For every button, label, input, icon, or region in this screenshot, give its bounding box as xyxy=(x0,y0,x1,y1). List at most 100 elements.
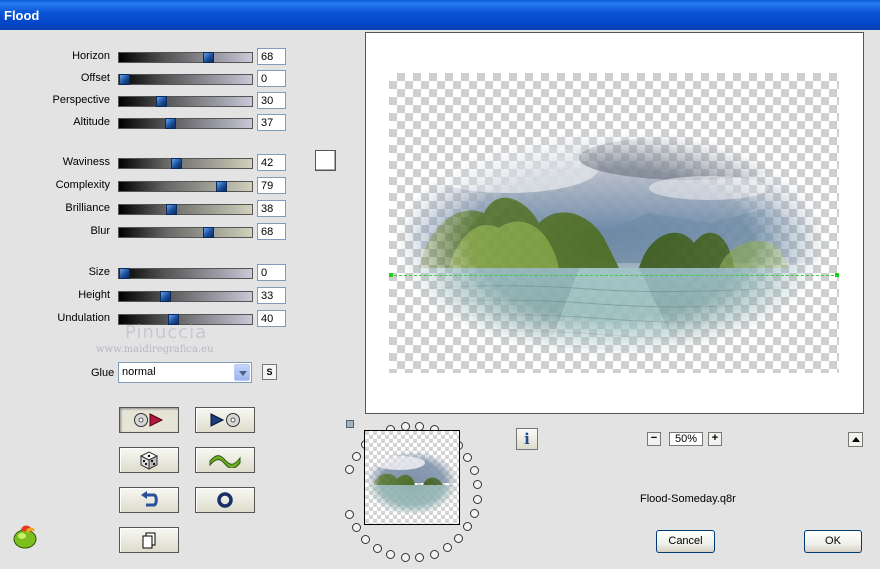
glue-s-button[interactable]: S xyxy=(262,364,277,380)
watermark-name: Pinuccia xyxy=(125,322,208,343)
param-label-horizon: Horizon xyxy=(72,50,110,62)
randomize-button[interactable] xyxy=(119,447,179,473)
slider-offset[interactable] xyxy=(118,74,253,85)
value-field-horizon[interactable]: 68 xyxy=(257,48,286,65)
preset-ring-dot[interactable] xyxy=(352,451,362,461)
disc-arrow-left-icon xyxy=(134,413,164,427)
value-field-offset[interactable]: 0 xyxy=(257,70,286,87)
glue-select-value: normal xyxy=(122,366,156,378)
chevron-down-icon[interactable] xyxy=(234,364,250,381)
undo-arrow-icon xyxy=(141,491,158,507)
param-label-offset: Offset xyxy=(80,72,110,84)
copy-button[interactable] xyxy=(119,527,179,553)
value-field-complexity[interactable]: 79 xyxy=(257,177,286,194)
slider-thumb-horizon[interactable] xyxy=(202,52,214,63)
color-swatch[interactable] xyxy=(315,150,336,171)
slider-waviness[interactable] xyxy=(118,158,253,169)
slider-altitude[interactable] xyxy=(118,118,253,129)
param-label-perspective: Perspective xyxy=(52,94,110,106)
value-field-altitude[interactable]: 37 xyxy=(257,114,286,131)
cancel-button[interactable]: Cancel xyxy=(656,530,715,553)
preset-ring-dot[interactable] xyxy=(473,480,483,490)
slider-blur[interactable] xyxy=(118,227,253,238)
preset-ring-dot[interactable] xyxy=(442,543,452,553)
slider-thumb-perspective[interactable] xyxy=(155,96,167,107)
slider-thumb-waviness[interactable] xyxy=(170,158,182,169)
preset-ring-dot[interactable] xyxy=(415,553,425,563)
value-field-waviness[interactable]: 42 xyxy=(257,154,286,171)
window-title: Flood xyxy=(4,8,40,23)
zoom-out-button[interactable]: − xyxy=(647,432,661,446)
wave-button[interactable] xyxy=(195,447,255,473)
glue-select[interactable]: normal xyxy=(118,362,252,383)
window-title-bar: Flood xyxy=(0,0,880,30)
param-label-size: Size xyxy=(88,266,110,278)
preset-ring-dot[interactable] xyxy=(469,465,479,475)
glue-label: Glue xyxy=(91,367,115,379)
zoom-value: 50% xyxy=(669,432,703,446)
preset-forward-button[interactable] xyxy=(195,407,255,433)
navigator-thumbnail[interactable] xyxy=(364,430,460,525)
filters-unlimited-logo-icon xyxy=(13,525,37,549)
slider-thumb-height[interactable] xyxy=(159,291,171,302)
preset-ring-dot[interactable] xyxy=(454,534,464,543)
preset-ring-dot[interactable] xyxy=(386,549,396,559)
navigator-handle[interactable] xyxy=(346,420,354,428)
preset-ring-dot[interactable] xyxy=(473,494,483,504)
preset-ring-dot[interactable] xyxy=(463,522,473,532)
info-button[interactable]: i xyxy=(516,428,538,450)
preset-ring-dot[interactable] xyxy=(345,510,355,520)
horizon-line[interactable] xyxy=(389,275,839,276)
preview-canvas[interactable] xyxy=(389,73,839,373)
value-field-brilliance[interactable]: 38 xyxy=(257,200,286,217)
thumbnail-image xyxy=(365,431,459,524)
param-row-waviness: Waviness 42 xyxy=(0,154,300,172)
ok-button[interactable]: OK xyxy=(804,530,862,553)
preset-ring-dot[interactable] xyxy=(400,553,410,563)
preset-ring-dot[interactable] xyxy=(352,523,362,533)
preset-ring-dot[interactable] xyxy=(372,543,382,553)
slider-thumb-size[interactable] xyxy=(119,268,130,279)
param-label-waviness: Waviness xyxy=(62,156,110,168)
value-field-height[interactable]: 33 xyxy=(257,287,286,304)
dice-icon xyxy=(139,451,159,470)
slider-thumb-altitude[interactable] xyxy=(164,118,176,129)
preview-pane[interactable] xyxy=(365,32,864,414)
slider-height[interactable] xyxy=(118,291,253,302)
param-label-complexity: Complexity xyxy=(55,179,110,191)
value-field-size[interactable]: 0 xyxy=(257,264,286,281)
wave-icon xyxy=(209,455,241,468)
reset-button[interactable] xyxy=(195,487,255,513)
zoom-in-button[interactable]: + xyxy=(708,432,722,446)
slider-thumb-offset[interactable] xyxy=(119,74,130,85)
param-label-undulation: Undulation xyxy=(57,312,110,324)
copy-pages-icon xyxy=(142,532,156,549)
slider-horizon[interactable] xyxy=(118,52,253,63)
slider-thumb-blur[interactable] xyxy=(202,227,214,238)
preset-ring-dot[interactable] xyxy=(345,464,355,474)
slider-perspective[interactable] xyxy=(118,96,253,107)
slider-brilliance[interactable] xyxy=(118,204,253,215)
undo-button[interactable] xyxy=(119,487,179,513)
param-label-height: Height xyxy=(78,289,110,301)
preset-ring-dot[interactable] xyxy=(469,509,479,519)
preset-ring-dot[interactable] xyxy=(463,452,473,462)
collapse-preview-button[interactable] xyxy=(848,432,863,447)
param-row-brilliance: Brilliance 38 xyxy=(0,200,300,218)
horizon-handle-left[interactable] xyxy=(389,273,393,277)
value-field-perspective[interactable]: 30 xyxy=(257,92,286,109)
slider-complexity[interactable] xyxy=(118,181,253,192)
param-row-blur: Blur 68 xyxy=(0,223,300,241)
slider-size[interactable] xyxy=(118,268,253,279)
preset-back-button[interactable] xyxy=(119,407,179,433)
param-row-height: Height 33 xyxy=(0,287,300,305)
value-field-blur[interactable]: 68 xyxy=(257,223,286,240)
param-label-brilliance: Brilliance xyxy=(65,202,110,214)
slider-thumb-brilliance[interactable] xyxy=(165,204,177,215)
preset-ring-dot[interactable] xyxy=(429,549,439,559)
param-label-blur: Blur xyxy=(90,225,110,237)
slider-thumb-complexity[interactable] xyxy=(216,181,228,192)
preset-ring-dot[interactable] xyxy=(361,534,371,544)
horizon-handle-right[interactable] xyxy=(835,273,839,277)
value-field-undulation[interactable]: 40 xyxy=(257,310,286,327)
